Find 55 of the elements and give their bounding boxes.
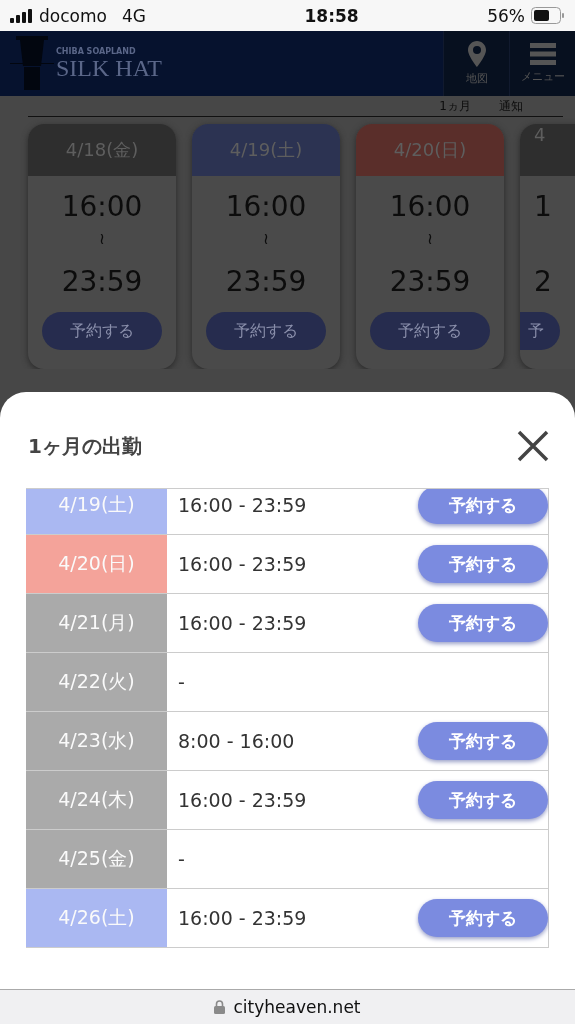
time-range: 16:00 - 23:59 [178,553,307,575]
reserve-button[interactable]: 予 [520,312,560,350]
time-range: - [178,848,185,870]
time-range: 8:00 - 16:00 [178,730,295,752]
carrier-name: docomo [39,5,107,26]
date-cell: 4/24(木) [26,771,167,829]
date-cell: 4/26(土) [26,889,167,947]
battery-icon [531,7,565,24]
date-cell: 4/21(月) [26,594,167,652]
reserve-button[interactable]: 予約する [370,312,490,350]
reserve-button[interactable]: 予約する [418,489,548,524]
reserve-button[interactable]: 予約する [418,899,548,937]
date-cell: 4/19(土) [26,489,167,534]
start-time: 16:00 [225,190,307,223]
date-cell: 4/23(水) [26,712,167,770]
battery-percent: 56% [487,5,525,26]
reserve-button[interactable]: 予約する [418,722,548,760]
reserve-button[interactable]: 予約する [418,781,548,819]
end-time: 23:59 [389,265,471,298]
start-time: 1 [534,190,552,223]
end-time: 23:59 [61,265,143,298]
time-range: 16:00 - 23:59 [178,789,307,811]
reserve-button[interactable]: 予約する [418,604,548,642]
hat-logo-icon [10,35,54,92]
start-time: 16:00 [61,190,143,223]
menu-icon [529,43,556,65]
logo-subtitle: CHIBA SOAPLAND [56,47,137,56]
tab[interactable]: 通知 [499,96,523,116]
url-text: cityheaven.net [233,997,361,1017]
map-pin-icon [467,41,486,67]
modal-title: 1ヶ月の出勤 [28,432,142,460]
date-cell: 4/25(金) [26,830,167,888]
date-cell: 4/22(火) [26,653,167,711]
tilde-mark: ≀ [99,229,105,250]
lock-icon [214,1000,226,1014]
time-range: 16:00 - 23:59 [178,612,307,634]
reserve-button[interactable]: 予約する [418,545,548,583]
reserve-button[interactable]: 予約する [206,312,326,350]
clock: 18:58 [304,5,359,26]
end-time: 2 [534,265,552,298]
close-button[interactable] [517,430,549,462]
date-cell: 4/20(日) [26,535,167,593]
start-time: 16:00 [389,190,471,223]
end-time: 23:59 [225,265,307,298]
time-range: - [178,671,185,693]
time-range: 16:00 - 23:59 [178,494,307,516]
menu-button[interactable]: メニュー [509,31,575,96]
time-range: 16:00 - 23:59 [178,907,307,929]
tilde-mark: ≀ [427,229,433,250]
reserve-button[interactable]: 予約する [42,312,162,350]
tilde-mark: ≀ [263,229,269,250]
signal-icon [10,8,34,23]
network-type: 4G [121,5,146,26]
logo-title: SILK HAT [56,56,162,80]
map-button[interactable]: 地図 [443,31,509,96]
